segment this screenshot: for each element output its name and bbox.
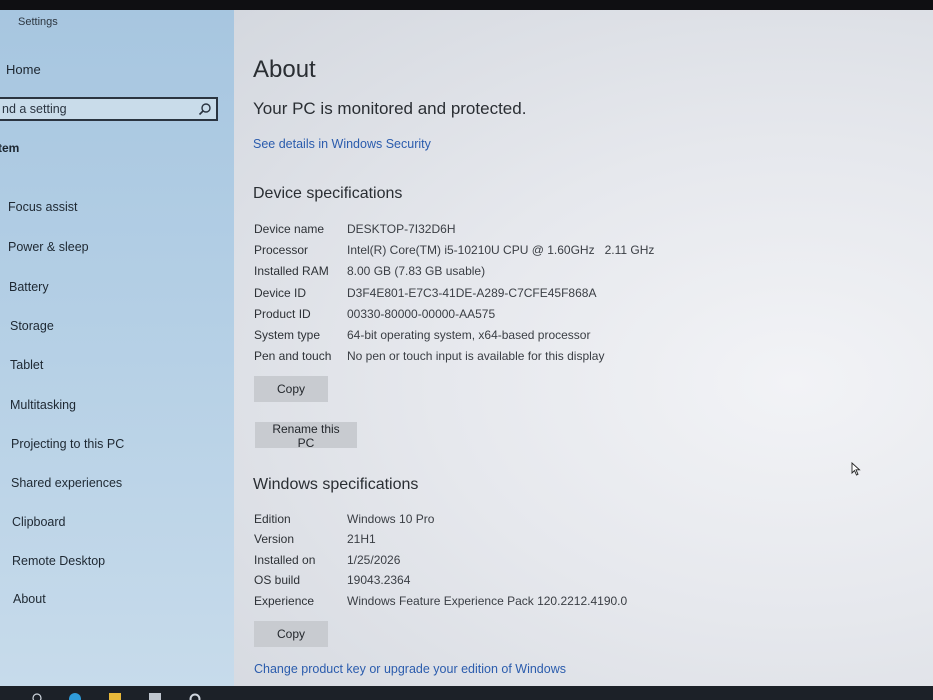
sidebar: Settings Home tem Focus assist Power & s…: [0, 10, 234, 686]
sidebar-home-label: Home: [6, 62, 41, 77]
spec-row-os-build: OS build 19043.2364: [254, 573, 410, 587]
sidebar-item-power-sleep[interactable]: Power & sleep: [8, 240, 89, 254]
spec-label: Pen and touch: [254, 349, 332, 363]
spec-row-installed-on: Installed on 1/25/2026: [254, 553, 400, 567]
app-title: Settings: [18, 16, 58, 28]
spec-label: Edition: [254, 512, 291, 526]
spec-row-device-id: Device ID D3F4E801-E7C3-41DE-A289-C7CFE4…: [254, 286, 596, 300]
spec-row-processor: Processor Intel(R) Core(TM) i5-10210U CP…: [254, 243, 654, 257]
spec-row-system-type: System type 64-bit operating system, x64…: [254, 328, 590, 342]
taskbar: [0, 686, 933, 700]
spec-value: 19043.2364: [347, 573, 411, 587]
spec-value: Windows Feature Experience Pack 120.2212…: [347, 594, 628, 608]
sidebar-item-clipboard[interactable]: Clipboard: [12, 515, 66, 529]
spec-row-installed-ram: Installed RAM 8.00 GB (7.83 GB usable): [254, 264, 485, 278]
main-content: About Your PC is monitored and protected…: [234, 10, 933, 686]
screen-bezel: [0, 0, 933, 10]
sidebar-item-about[interactable]: About: [13, 592, 46, 606]
protection-status: Your PC is monitored and protected.: [253, 99, 527, 118]
spec-value: Windows 10 Pro: [347, 512, 435, 526]
spec-value: No pen or touch input is available for t…: [347, 349, 605, 363]
change-product-key-link[interactable]: Change product key or upgrade your editi…: [254, 662, 566, 676]
file-explorer-icon[interactable]: [108, 690, 122, 700]
spec-value: 00330-80000-00000-AA575: [347, 307, 496, 321]
spec-row-device-name: Device name DESKTOP-7I32D6H: [254, 222, 456, 236]
search-input[interactable]: [0, 101, 198, 117]
spec-label: Device name: [254, 222, 325, 236]
copy-windows-specs-button[interactable]: Copy: [254, 621, 328, 647]
spec-label: Experience: [254, 594, 315, 608]
windows-specifications-heading: Windows specifications: [253, 476, 419, 493]
spec-row-product-id: Product ID 00330-80000-00000-AA575: [254, 307, 495, 321]
spec-value: DESKTOP-7I32D6H: [347, 222, 456, 236]
search-icon[interactable]: [198, 102, 212, 116]
spec-label: Device ID: [254, 286, 307, 300]
rename-pc-button[interactable]: Rename this PC: [255, 422, 357, 450]
edge-browser-icon[interactable]: [68, 690, 82, 700]
device-specifications-heading: Device specifications: [253, 185, 403, 202]
mouse-cursor-icon: [851, 462, 861, 476]
spec-value: 1/25/2026: [347, 553, 401, 567]
spec-label: Installed on: [254, 553, 316, 567]
sidebar-item-projecting[interactable]: Projecting to this PC: [11, 437, 124, 451]
sidebar-section-label: tem: [0, 141, 20, 155]
spec-value: 21H1: [347, 532, 376, 546]
spec-label: Processor: [254, 243, 309, 257]
spec-label: Installed RAM: [254, 264, 329, 278]
spec-label: System type: [254, 328, 321, 342]
windows-security-link[interactable]: See details in Windows Security: [253, 137, 431, 151]
store-icon[interactable]: [148, 690, 162, 700]
copy-device-specs-button[interactable]: Copy: [254, 376, 328, 402]
spec-value: Intel(R) Core(TM) i5-10210U CPU @ 1.60GH…: [347, 243, 655, 257]
sidebar-item-tablet[interactable]: Tablet: [10, 358, 43, 372]
sidebar-item-multitasking[interactable]: Multitasking: [10, 398, 76, 412]
sidebar-home[interactable]: Home: [6, 62, 41, 77]
spec-value: D3F4E801-E7C3-41DE-A289-C7CFE45F868A: [347, 286, 597, 300]
spec-label: Version: [254, 532, 295, 546]
search-icon[interactable]: [30, 690, 44, 700]
spec-row-edition: Edition Windows 10 Pro: [254, 512, 434, 526]
spec-value: 8.00 GB (7.83 GB usable): [347, 264, 486, 278]
spec-label: OS build: [254, 573, 301, 587]
sidebar-item-focus-assist[interactable]: Focus assist: [8, 200, 77, 214]
spec-value: 64-bit operating system, x64-based proce…: [347, 328, 591, 342]
spec-label: Product ID: [254, 307, 311, 321]
sidebar-item-storage[interactable]: Storage: [10, 319, 54, 333]
page-title: About: [253, 56, 316, 83]
spec-row-version: Version 21H1: [254, 532, 376, 546]
spec-row-pen-and-touch: Pen and touch No pen or touch input is a…: [254, 349, 604, 363]
settings-gear-icon[interactable]: [188, 690, 202, 700]
search-box[interactable]: [0, 97, 218, 121]
sidebar-item-remote-desktop[interactable]: Remote Desktop: [12, 554, 105, 568]
sidebar-item-battery[interactable]: Battery: [9, 280, 49, 294]
sidebar-item-shared-experiences[interactable]: Shared experiences: [11, 476, 122, 490]
spec-row-experience: Experience Windows Feature Experience Pa…: [254, 594, 627, 608]
